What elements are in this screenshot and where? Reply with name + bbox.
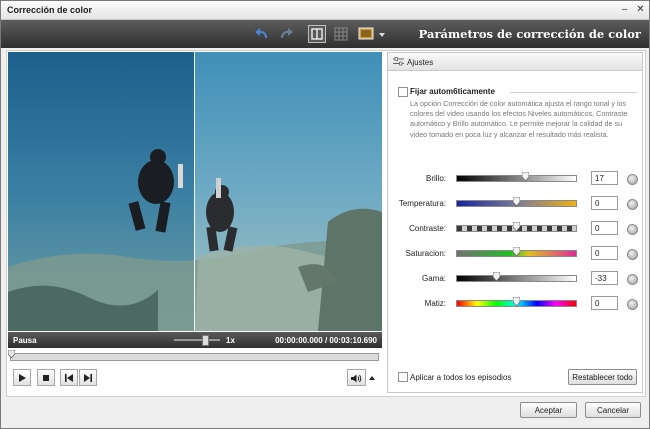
- video-frame-image: [8, 52, 382, 331]
- reset-slider-icon[interactable]: [627, 174, 638, 185]
- reset-slider-icon[interactable]: [627, 299, 638, 310]
- volume-icon: [351, 374, 362, 383]
- next-button[interactable]: [79, 369, 97, 386]
- minimize-icon[interactable]: –: [619, 4, 630, 15]
- slider-label: Gama:: [421, 274, 446, 283]
- slider-value-field[interactable]: 0: [591, 246, 618, 260]
- reset-all-button[interactable]: Restablecer todo: [568, 369, 637, 385]
- slider-value-field[interactable]: 0: [591, 196, 618, 210]
- tab-settings[interactable]: Ajustes: [388, 53, 642, 71]
- slider-label: Saturacion:: [405, 249, 446, 258]
- slider-value-field[interactable]: 0: [591, 221, 618, 235]
- slider-value-field[interactable]: 17: [591, 171, 618, 185]
- time-separator: /: [324, 336, 328, 345]
- apply-all-checkbox[interactable]: [398, 372, 408, 382]
- previous-icon: [65, 374, 73, 382]
- slider-thumb[interactable]: [493, 272, 501, 281]
- accept-button[interactable]: Aceptar: [520, 402, 577, 418]
- speed-slider[interactable]: [174, 339, 220, 341]
- tab-settings-label: Ajustes: [407, 58, 434, 67]
- total-time: 00:03:10.690: [329, 336, 377, 345]
- auto-fix-label: Fijar autom6ticamente: [410, 87, 495, 96]
- slider-thumb[interactable]: [512, 247, 520, 256]
- grid-view-icon[interactable]: [332, 25, 350, 43]
- time-display: 00:00:00.000 / 00:03:10.690: [275, 336, 377, 345]
- display-mode-icon[interactable]: [357, 25, 375, 43]
- color-correction-window: Corrección de color – ✕ Parámetros de co…: [0, 0, 650, 429]
- slider-label: Contraste:: [409, 224, 446, 233]
- slider-label: Matiz:: [424, 299, 446, 308]
- slider-value-field[interactable]: -33: [591, 271, 618, 285]
- reset-slider-icon[interactable]: [627, 274, 638, 285]
- toolbar: Parámetros de corrección de color: [1, 20, 649, 48]
- auto-fix-description: La opción Corrección de color automática…: [410, 99, 628, 139]
- auto-fix-divider: [510, 92, 637, 93]
- slider-thumb[interactable]: [512, 197, 520, 206]
- playback-status: Pausa: [13, 336, 37, 345]
- speed-slider-thumb[interactable]: [202, 335, 209, 346]
- volume-button[interactable]: [347, 369, 366, 386]
- slider-thumb[interactable]: [512, 297, 520, 306]
- slider-thumb[interactable]: [522, 172, 530, 181]
- play-button[interactable]: [13, 369, 31, 386]
- play-icon: [19, 374, 26, 382]
- undo-icon[interactable]: [253, 25, 271, 43]
- slider-thumb[interactable]: [512, 222, 520, 231]
- slider-label: Temperatura:: [398, 199, 446, 208]
- split-divider[interactable]: [194, 52, 195, 331]
- stop-icon: [43, 375, 49, 381]
- volume-dropdown-icon[interactable]: [368, 374, 376, 382]
- current-time: 00:00:00.000: [275, 336, 323, 345]
- seek-bar[interactable]: [10, 353, 379, 361]
- video-preview[interactable]: [8, 52, 382, 331]
- stop-button[interactable]: [37, 369, 55, 386]
- slider-label: Brillo:: [425, 174, 446, 183]
- seek-thumb[interactable]: [8, 350, 15, 358]
- dropdown-arrow-icon[interactable]: [377, 25, 387, 43]
- slider-value-field[interactable]: 0: [591, 296, 618, 310]
- reset-slider-icon[interactable]: [627, 249, 638, 260]
- split-view-icon[interactable]: [308, 25, 326, 43]
- reset-slider-icon[interactable]: [627, 224, 638, 235]
- close-icon[interactable]: ✕: [635, 4, 646, 15]
- cancel-button[interactable]: Cancelar: [585, 402, 641, 418]
- playback-status-bar: Pausa 1x 00:00:00.000 / 00:03:10.690: [8, 332, 382, 348]
- window-title: Corrección de color: [7, 5, 93, 15]
- slider-track[interactable]: [456, 275, 577, 282]
- auto-fix-checkbox[interactable]: [398, 87, 408, 97]
- reset-slider-icon[interactable]: [627, 199, 638, 210]
- slider-track[interactable]: [456, 175, 577, 182]
- previous-button[interactable]: [60, 369, 78, 386]
- next-icon: [84, 374, 92, 382]
- title-bar: Corrección de color – ✕: [1, 1, 649, 20]
- sliders-icon: [393, 57, 404, 66]
- apply-all-label: Aplicar a todos los episodios: [410, 373, 512, 382]
- redo-icon[interactable]: [277, 25, 295, 43]
- panel-heading: Parámetros de corrección de color: [418, 27, 641, 41]
- playback-speed: 1x: [226, 336, 235, 345]
